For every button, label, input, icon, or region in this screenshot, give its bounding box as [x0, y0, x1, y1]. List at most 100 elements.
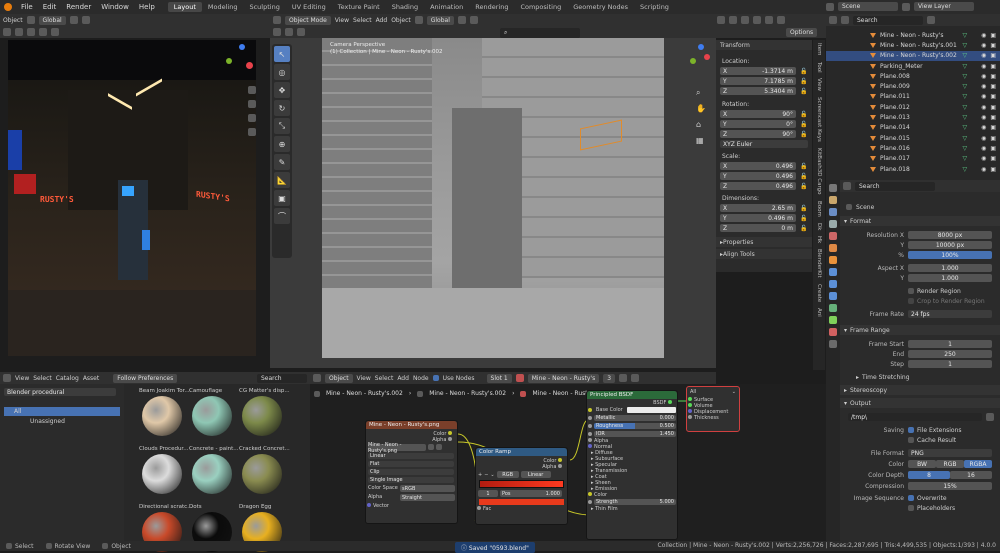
image-option-dropdown[interactable]: Single Image	[368, 477, 454, 483]
options-button[interactable]: Options	[786, 28, 818, 37]
outliner-item[interactable]: Plane.018 ▽ ◉ ▣	[826, 164, 1000, 174]
compression-field[interactable]: 15%	[908, 482, 992, 490]
orientation-dropdown[interactable]: Global	[38, 15, 66, 25]
ramp-interp-dropdown[interactable]: Linear	[520, 471, 551, 478]
viewport-gizmo[interactable]: ⌕ ✋ ⌂ ▦	[690, 44, 712, 154]
node-editor-type-icon[interactable]	[313, 374, 321, 382]
filter-icon[interactable]	[927, 16, 935, 24]
eye-icon[interactable]: ◉	[981, 32, 986, 39]
bsdf-input-socket[interactable]	[588, 444, 592, 448]
eye-icon[interactable]: ◉	[981, 124, 986, 131]
vector-socket[interactable]	[367, 503, 371, 507]
eye-icon[interactable]: ◉	[981, 155, 986, 162]
ramp-pos-field[interactable]: Pos 1.000	[500, 490, 562, 497]
bsdf-output-socket[interactable]	[668, 400, 672, 404]
transform-tool-icon[interactable]: ⊕	[274, 136, 290, 152]
asset-thumbnail[interactable]	[192, 454, 232, 494]
side-tab-blenderkit[interactable]: BlenderKit	[816, 246, 822, 281]
lock-icon[interactable]: 🔓	[800, 111, 807, 118]
tool-tab-icon[interactable]	[829, 184, 837, 192]
camera-render-icon[interactable]: ▣	[990, 63, 996, 70]
ramp-menu-icon[interactable]: ⌄	[490, 472, 494, 478]
transform-pivot-icon[interactable]	[414, 16, 423, 24]
side-tab-dk[interactable]: Dk	[816, 220, 822, 233]
scene-field[interactable]: Scene	[838, 2, 898, 11]
resolution-percent-field[interactable]: 100%	[908, 251, 992, 259]
metallic-socket[interactable]	[588, 416, 592, 420]
annotate-tool-icon[interactable]: ✎	[274, 154, 290, 170]
eye-icon[interactable]: ◉	[981, 114, 986, 121]
select-mode-icon[interactable]	[27, 28, 35, 36]
crop-checkbox[interactable]	[908, 298, 914, 304]
roughness-socket[interactable]	[588, 424, 592, 428]
node-menu-view[interactable]: View	[357, 375, 371, 382]
camera-render-icon[interactable]: ▣	[990, 114, 996, 121]
outliner-item[interactable]: Mine - Neon - Rusty's ▽ ◉ ▣	[826, 30, 1000, 40]
principled-bsdf-node[interactable]: Principled BSDF BSDF Base Color Metallic…	[586, 390, 678, 540]
image-option-dropdown[interactable]: Flat	[368, 461, 454, 467]
proportional-icon[interactable]	[81, 16, 90, 24]
eye-icon[interactable]: ◉	[981, 52, 986, 59]
cache-result-checkbox[interactable]	[908, 437, 914, 443]
outliner-item[interactable]: Plane.011 ▽ ◉ ▣	[826, 92, 1000, 102]
camera-render-icon[interactable]: ▣	[990, 166, 996, 173]
camera-icon[interactable]	[248, 114, 256, 122]
ramp-gradient[interactable]	[479, 480, 564, 488]
aspect-x-field[interactable]: 1.000	[908, 264, 992, 272]
ramp-color-socket[interactable]	[558, 458, 562, 462]
gizmo-toggle-icon[interactable]	[729, 16, 737, 24]
image-alpha-socket[interactable]	[448, 437, 452, 441]
lock-icon[interactable]: 🔓	[800, 131, 807, 138]
camera-render-icon[interactable]: ▣	[990, 124, 996, 131]
output-section[interactable]: ▾ Output	[840, 398, 1000, 408]
cursor-icon[interactable]	[3, 28, 11, 36]
tab-compositing[interactable]: Compositing	[514, 2, 567, 12]
thin-film-row[interactable]: ▸ Thin Film	[587, 506, 677, 512]
menu-view[interactable]: View	[335, 17, 349, 24]
asset-thumbnail[interactable]	[142, 396, 182, 436]
resolution-x-field[interactable]: 8000 px	[908, 231, 992, 239]
depth-16-button[interactable]: 16	[950, 471, 992, 479]
snap-icon[interactable]	[69, 16, 78, 24]
eye-icon[interactable]: ◉	[981, 63, 986, 70]
volume-socket[interactable]	[688, 403, 692, 407]
viewport-zoom-icon[interactable]: ⌕	[696, 88, 700, 98]
output-target-dropdown[interactable]: All	[690, 389, 696, 395]
overlays-icon[interactable]	[741, 16, 749, 24]
asset-menu-asset[interactable]: Asset	[83, 375, 99, 382]
material-name-field[interactable]: Mine - Neon - Rusty's	[527, 373, 600, 383]
rotation-y-field[interactable]: Y 0°	[720, 120, 796, 128]
ramp-mode-dropdown[interactable]: RGB	[496, 471, 519, 478]
material-output-node[interactable]: All ⌄ Surface Volume Displacement Thickne…	[686, 386, 740, 432]
scale-x-field[interactable]: X 0.496	[720, 162, 796, 170]
side-tab-kitbash[interactable]: KitBash3D Cargo	[816, 145, 822, 198]
scale-y-field[interactable]: Y 0.496	[720, 172, 796, 180]
displacement-socket[interactable]	[688, 409, 692, 413]
asset-library-dropdown[interactable]: Blender procedural	[4, 388, 116, 396]
alpha-mode-dropdown[interactable]: Straight	[400, 494, 455, 501]
outliner-item[interactable]: Plane.008 ▽ ◉ ▣	[826, 71, 1000, 81]
outliner-item[interactable]: Plane.012 ▽ ◉ ▣	[826, 102, 1000, 112]
navigation-gizmo[interactable]	[226, 44, 256, 74]
cursor-tool-icon[interactable]: ◎	[274, 64, 290, 80]
outliner-item[interactable]: Plane.016 ▽ ◉ ▣	[826, 143, 1000, 153]
frame-step-field[interactable]: 1	[908, 360, 992, 368]
lock-icon[interactable]: 🔓	[800, 225, 807, 232]
curve-tool-icon[interactable]: ⌒	[274, 208, 290, 224]
frame-range-section[interactable]: ▾ Frame Range	[840, 325, 1000, 335]
mode-dropdown[interactable]: Object Mode	[285, 15, 331, 25]
lock-icon[interactable]: 🔓	[800, 88, 807, 95]
proportional-edit-icon[interactable]	[469, 16, 478, 24]
image-close-icon[interactable]	[436, 444, 442, 450]
ramp-add-icon[interactable]: +	[478, 472, 482, 478]
properties-type-icon[interactable]	[843, 182, 851, 190]
texture-tab-icon[interactable]	[829, 340, 837, 348]
eye-icon[interactable]: ◉	[981, 104, 986, 111]
camera-render-icon[interactable]: ▣	[990, 83, 996, 90]
frame-rate-dropdown[interactable]: 24 fps	[908, 310, 992, 318]
render-region-checkbox[interactable]	[908, 288, 914, 294]
side-tab-item[interactable]: Item	[816, 40, 822, 59]
fac-socket[interactable]	[477, 506, 481, 510]
viewport-search[interactable]: ⌕	[500, 28, 580, 38]
output-path-field[interactable]: /tmp\	[848, 413, 982, 421]
